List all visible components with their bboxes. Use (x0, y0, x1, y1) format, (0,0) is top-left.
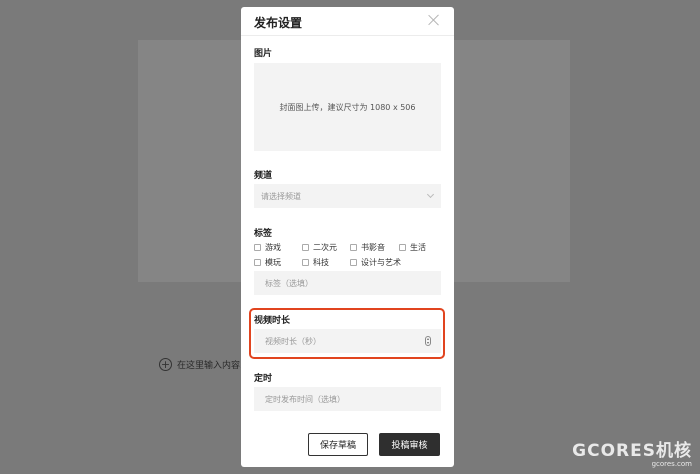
publish-settings-modal: 发布设置 图片 封面图上传，建议尺寸为 1080 x 506 频道 请选择频道 … (241, 7, 454, 467)
tags-input[interactable]: 标签（选填） (254, 271, 441, 295)
schedule-placeholder: 定时发布时间（选填） (265, 394, 345, 404)
channel-label: 频道 (254, 171, 273, 181)
tag-checkbox-group: 游戏 二次元 书影音 生活 模玩 科技 设计与艺术 (254, 242, 444, 268)
schedule-input[interactable]: 定时发布时间（选填） (254, 387, 441, 411)
tag-option-tech[interactable]: 科技 (302, 257, 350, 268)
modal-header: 发布设置 (241, 7, 454, 36)
checkbox-icon[interactable] (350, 244, 357, 251)
save-draft-button[interactable]: 保存草稿 (308, 433, 368, 456)
checkbox-icon[interactable] (399, 244, 406, 251)
duration-input[interactable]: 视频时长（秒） (254, 329, 441, 353)
tag-option-media[interactable]: 书影音 (350, 242, 399, 253)
watermark: GCORES机核 gcores.com (572, 436, 692, 468)
channel-select[interactable]: 请选择频道 (254, 184, 441, 208)
chevron-down-icon (426, 190, 435, 199)
schedule-label: 定时 (254, 374, 273, 384)
cover-upload-area[interactable]: 封面图上传，建议尺寸为 1080 x 506 (254, 63, 441, 151)
add-content-text: 在这里输入内容... (177, 361, 249, 371)
add-content-row: + 在这里输入内容... (159, 358, 249, 371)
tag-option-design-art[interactable]: 设计与艺术 (350, 257, 444, 268)
tag-option-games[interactable]: 游戏 (254, 242, 302, 253)
image-label: 图片 (254, 49, 273, 59)
watermark-url: gcores.com (651, 460, 692, 468)
tags-label: 标签 (254, 229, 273, 239)
tags-placeholder: 标签（选填） (265, 278, 313, 288)
checkbox-icon[interactable] (302, 259, 309, 266)
number-stepper-icon[interactable] (425, 336, 431, 346)
submit-review-button[interactable]: 投稿审核 (379, 433, 440, 456)
close-icon[interactable] (427, 13, 441, 27)
checkbox-icon[interactable] (302, 244, 309, 251)
channel-placeholder: 请选择频道 (261, 191, 301, 201)
modal-title: 发布设置 (254, 16, 303, 30)
duration-placeholder: 视频时长（秒） (265, 336, 321, 346)
tag-option-acg[interactable]: 二次元 (302, 242, 350, 253)
duration-label: 视频时长 (254, 316, 291, 326)
checkbox-icon[interactable] (350, 259, 357, 266)
watermark-logo: GCORES机核 (572, 441, 692, 461)
checkbox-icon[interactable] (254, 244, 261, 251)
checkbox-icon[interactable] (254, 259, 261, 266)
upload-hint: 封面图上传，建议尺寸为 1080 x 506 (279, 102, 416, 112)
plus-circle-icon: + (159, 358, 172, 371)
tag-option-life[interactable]: 生活 (399, 242, 444, 253)
tag-option-models[interactable]: 模玩 (254, 257, 302, 268)
